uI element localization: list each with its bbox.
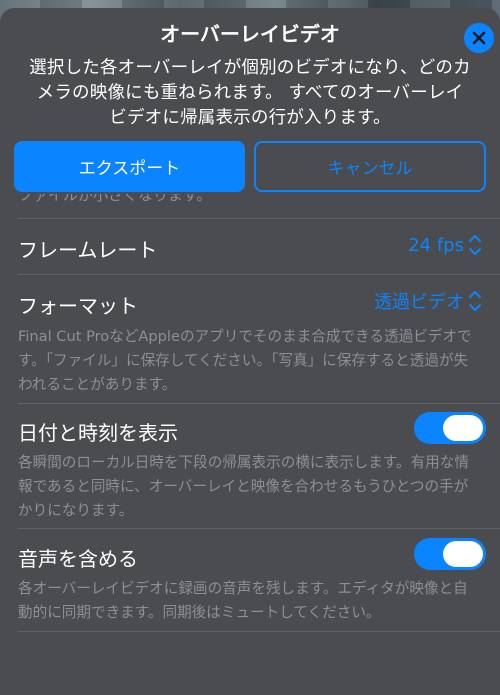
chevron-up-down-icon [469, 291, 481, 311]
close-button[interactable] [464, 23, 494, 53]
toggle-knob [443, 415, 483, 441]
export-button[interactable]: エクスポート [14, 141, 245, 192]
date-time-help-text: 各瞬間のローカル日時を下段の帰属表示の横に表示します。有用な情報であると同時に、… [18, 454, 469, 519]
scrolled-help-text-content: ファイルが小さくなります。 [18, 194, 212, 204]
frame-rate-label: フレームレート [18, 238, 158, 262]
format-label: フォーマット [18, 294, 138, 318]
sheet-description: 選択した各オーバーレイが個別のビデオになり、どのカメラの映像にも重ねられます。 … [29, 58, 471, 128]
divider [18, 218, 500, 219]
format-help-text: Final Cut ProなどAppleのアプリでそのまま合成できる透過ビデオで… [18, 328, 472, 393]
audio-label: 音声を含める [18, 547, 138, 571]
divider [18, 403, 500, 404]
chevron-up-down-icon [469, 235, 481, 255]
format-value: 透過ビデオ [374, 292, 464, 313]
frame-rate-picker[interactable]: 24 fps [408, 232, 482, 258]
date-time-toggle[interactable] [414, 412, 486, 444]
scrolled-help-text: ファイルが小さくなります。 [18, 194, 478, 210]
date-time-label: 日付と時刻を表示 [18, 421, 178, 445]
toggle-knob [443, 541, 483, 567]
overlay-video-sheet: オーバーレイビデオ 選択した各オーバーレイが個別のビデオになり、どのカメラの映像… [0, 8, 500, 695]
divider [18, 528, 500, 529]
close-icon [472, 31, 486, 45]
divider [18, 631, 500, 632]
audio-help-text: 各オーバーレイビデオに録画の音声を残します。エディタが映像と自動的に同期できます… [18, 580, 468, 621]
sheet-title: オーバーレイビデオ [160, 22, 340, 46]
cancel-button[interactable]: キャンセル [254, 141, 486, 192]
divider [18, 274, 500, 275]
format-picker[interactable]: 透過ビデオ [374, 288, 482, 314]
frame-rate-value: 24 fps [408, 234, 464, 256]
audio-toggle[interactable] [414, 538, 486, 570]
